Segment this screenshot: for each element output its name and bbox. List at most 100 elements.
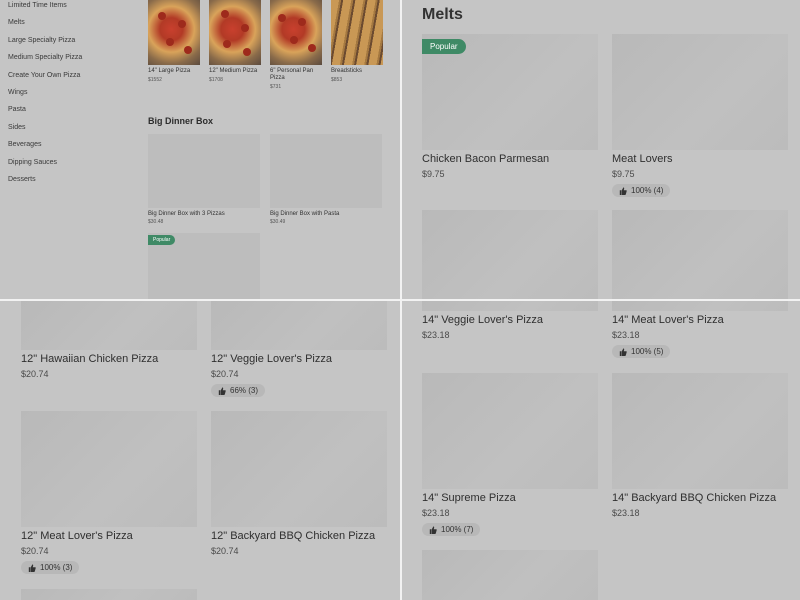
medium-specialty-section: 12" Hawaiian Chicken Pizza $20.74 12" Ve… <box>0 301 400 600</box>
item-image-placeholder <box>270 134 382 208</box>
category-sidebar: Limited Time Items Melts Large Specialty… <box>8 0 138 191</box>
menu-item-card[interactable]: Popular <box>148 233 260 299</box>
item-image-placeholder <box>612 373 788 489</box>
large-specialty-section: 14" Veggie Lover's Pizza $23.18 14" Meat… <box>402 301 800 600</box>
item-image-placeholder <box>21 411 197 527</box>
menu-item-card[interactable]: Big Dinner Box with 3 Pizzas $30.48 <box>148 134 260 225</box>
item-image-placeholder: Popular <box>148 233 260 299</box>
sidebar-item-sides[interactable]: Sides <box>8 122 138 139</box>
limited-time-row: 14" Large Pizza $1552 12" Medium Pizza $… <box>148 0 383 90</box>
menu-item-card[interactable]: 12" Hawaiian Chicken Pizza $20.74 <box>21 301 197 379</box>
item-name: 14" Large Pizza <box>148 68 191 74</box>
thumbs-up-icon <box>619 186 627 195</box>
menu-item-card[interactable]: 14" Veggie Lover's Pizza $23.18 <box>422 301 598 340</box>
sidebar-item-limited-time[interactable]: Limited Time Items <box>8 0 138 17</box>
sidebar-item-melts[interactable]: Melts <box>8 17 138 34</box>
item-price: $20.74 <box>21 369 49 379</box>
item-name: Breadsticks <box>331 68 363 74</box>
menu-item-card[interactable]: Popular Chicken Bacon Parmesan $9.75 <box>422 34 598 179</box>
item-name: 12" Medium Pizza <box>209 68 258 74</box>
sidebar-item-dipping-sauces[interactable]: Dipping Sauces <box>8 157 138 174</box>
pizza-image <box>148 0 200 65</box>
item-name: 14" Supreme Pizza <box>422 492 516 504</box>
sidebar-item-wings[interactable]: Wings <box>8 87 138 104</box>
item-image-placeholder[interactable] <box>422 210 598 299</box>
thumbs-up-icon <box>429 525 437 534</box>
menu-item-card[interactable]: 14" Large Pizza $1552 <box>148 0 200 90</box>
big-dinner-grid: Big Dinner Box with 3 Pizzas $30.48 Big … <box>148 134 382 299</box>
menu-item-card[interactable]: 12" Meat Lover's Pizza $20.74 100% (3) <box>21 411 197 577</box>
menu-item-card[interactable]: 14" Backyard BBQ Chicken Pizza $23.18 <box>612 373 788 518</box>
item-price: $20.74 <box>21 546 49 556</box>
section-title: Big Dinner Box <box>148 116 214 126</box>
item-name: Meat Lovers <box>612 153 673 165</box>
breadsticks-image <box>331 0 383 65</box>
rating-badge: 100% (7) <box>422 523 481 536</box>
item-price: $1708 <box>209 77 223 83</box>
item-image-placeholder <box>422 301 598 311</box>
item-image-placeholder <box>612 301 788 311</box>
rating-badge: 100% (3) <box>21 561 80 574</box>
menu-item-card[interactable]: 12" Backyard BBQ Chicken Pizza $20.74 <box>211 411 387 556</box>
section-title: Melts <box>422 6 463 23</box>
popular-badge: Popular <box>422 39 466 54</box>
item-name: 6" Personal Pan Pizza <box>270 68 314 81</box>
item-image-placeholder <box>211 411 387 527</box>
item-name: 12" Meat Lover's Pizza <box>21 530 133 542</box>
item-name: Chicken Bacon Parmesan <box>422 153 550 165</box>
restaurant-menu-top-left: Limited Time Items Melts Large Specialty… <box>0 0 400 299</box>
sidebar-item-pasta[interactable]: Pasta <box>8 104 138 121</box>
menu-item-card[interactable]: 14" Supreme Pizza $23.18 100% (7) <box>422 373 598 539</box>
rating-text: 100% (7) <box>441 525 474 534</box>
menu-item-card[interactable]: Breadsticks $853 <box>331 0 383 90</box>
rating-text: 100% (3) <box>40 563 73 572</box>
item-image-placeholder <box>612 34 788 150</box>
menu-item-card[interactable]: 6" Personal Pan Pizza $731 <box>270 0 322 90</box>
menu-item-card[interactable]: Big Dinner Box with Pasta $30.49 <box>270 134 382 225</box>
item-price: $9.75 <box>612 169 635 179</box>
item-price: $20.74 <box>211 546 239 556</box>
item-name: 14" Backyard BBQ Chicken Pizza <box>612 492 777 504</box>
sidebar-item-beverages[interactable]: Beverages <box>8 139 138 156</box>
item-name: Big Dinner Box with 3 Pizzas <box>148 211 225 217</box>
sidebar-item-medium-specialty[interactable]: Medium Specialty Pizza <box>8 52 138 69</box>
menu-item-card[interactable]: Meat Lovers $9.75 100% (4) <box>612 34 788 200</box>
sidebar-item-create-your-own[interactable]: Create Your Own Pizza <box>8 70 138 87</box>
rating-text: 100% (4) <box>631 186 664 195</box>
sidebar-item-desserts[interactable]: Desserts <box>8 174 138 191</box>
rating-text: 100% (5) <box>631 347 664 356</box>
item-name: Big Dinner Box with Pasta <box>270 211 340 217</box>
thumbs-up-icon <box>619 347 627 356</box>
item-price: $30.49 <box>270 219 286 225</box>
item-image-placeholder: Popular <box>422 34 598 150</box>
item-image-placeholder[interactable] <box>422 550 598 600</box>
thumbs-up-icon <box>218 386 226 395</box>
item-price: $853 <box>331 77 343 83</box>
item-price: $1552 <box>148 77 162 83</box>
item-image-placeholder <box>422 373 598 489</box>
menu-item-card[interactable]: 12" Medium Pizza $1708 <box>209 0 261 90</box>
rating-badge: 100% (5) <box>612 345 671 358</box>
menu-item-card[interactable]: 12" Veggie Lover's Pizza $20.74 66% (3) <box>211 301 387 400</box>
rating-badge: 100% (4) <box>612 184 671 197</box>
item-image-placeholder[interactable] <box>21 589 197 600</box>
sidebar-item-large-specialty[interactable]: Large Specialty Pizza <box>8 35 138 52</box>
item-image-placeholder <box>21 301 197 350</box>
item-price: $23.18 <box>422 508 450 518</box>
rating-text: 66% (3) <box>230 386 259 395</box>
item-price: $23.18 <box>422 330 450 340</box>
thumbs-up-icon <box>28 563 36 572</box>
pizza-image <box>270 0 322 65</box>
split-divider-horizontal <box>0 299 800 301</box>
item-name: 14" Veggie Lover's Pizza <box>422 314 543 326</box>
melts-section: Melts Popular Chicken Bacon Parmesan $9.… <box>402 0 800 299</box>
menu-item-card[interactable]: 14" Meat Lover's Pizza $23.18 100% (5) <box>612 301 788 361</box>
item-image-placeholder[interactable] <box>612 210 788 299</box>
item-name: 14" Meat Lover's Pizza <box>612 314 724 326</box>
item-image-placeholder <box>148 134 260 208</box>
item-price: $731 <box>270 84 282 90</box>
item-name: 12" Backyard BBQ Chicken Pizza <box>211 530 376 542</box>
item-price: $30.48 <box>148 219 164 225</box>
popular-badge: Popular <box>148 235 176 245</box>
item-price: $20.74 <box>211 369 239 379</box>
